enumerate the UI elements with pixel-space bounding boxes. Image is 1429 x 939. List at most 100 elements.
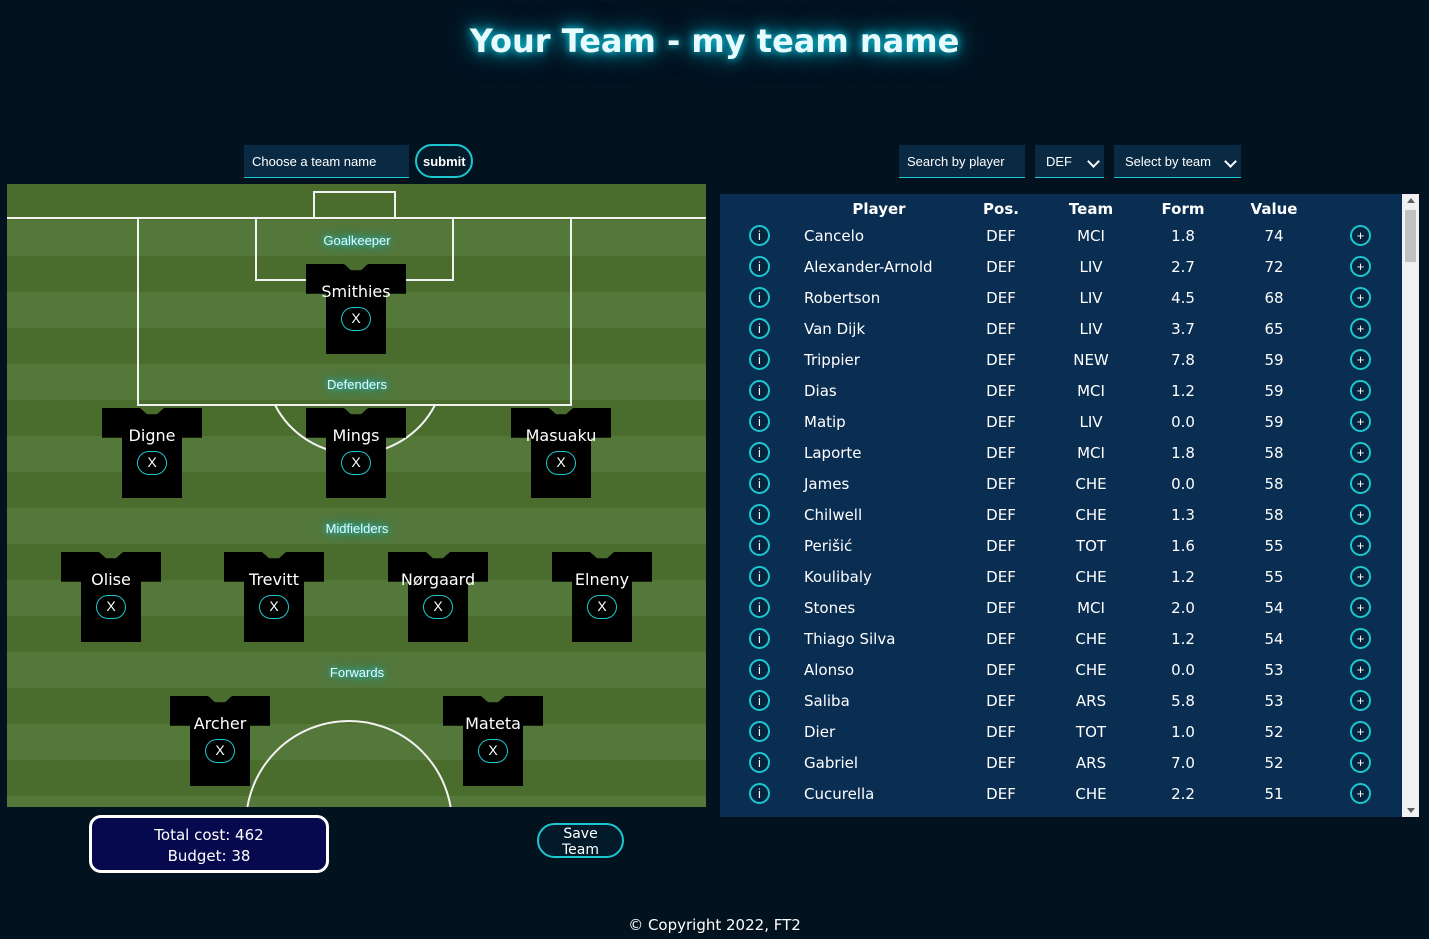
cell-form: 2.7: [1171, 258, 1195, 276]
add-player-icon[interactable]: +: [1350, 690, 1371, 711]
add-player-icon[interactable]: +: [1350, 535, 1371, 556]
add-player-icon[interactable]: +: [1350, 628, 1371, 649]
info-icon[interactable]: i: [749, 411, 770, 432]
add-player-icon[interactable]: +: [1350, 504, 1371, 525]
add-player-icon[interactable]: +: [1350, 659, 1371, 680]
cell-team: LIV: [1079, 320, 1103, 338]
info-icon[interactable]: i: [749, 628, 770, 649]
cell-position: DEF: [986, 475, 1016, 493]
table-row: i Van Dijk DEF LIV 3.7 65 +: [720, 318, 1402, 349]
section-label-defenders: Defenders: [327, 377, 387, 392]
add-player-icon[interactable]: +: [1350, 752, 1371, 773]
add-player-icon[interactable]: +: [1350, 566, 1371, 587]
info-icon[interactable]: i: [749, 349, 770, 370]
add-player-icon[interactable]: +: [1350, 256, 1371, 277]
table-scrollbar[interactable]: [1402, 194, 1419, 817]
remove-player-button[interactable]: X: [587, 595, 617, 619]
cell-form: 0.0: [1171, 413, 1195, 431]
info-icon[interactable]: i: [749, 504, 770, 525]
info-icon[interactable]: i: [749, 256, 770, 277]
chevron-down-icon: [1087, 155, 1100, 168]
info-icon[interactable]: i: [749, 287, 770, 308]
info-icon[interactable]: i: [749, 318, 770, 339]
info-icon[interactable]: i: [749, 535, 770, 556]
remove-player-button[interactable]: X: [341, 451, 371, 475]
add-player-icon[interactable]: +: [1350, 411, 1371, 432]
add-player-icon[interactable]: +: [1350, 318, 1371, 339]
add-player-icon[interactable]: +: [1350, 721, 1371, 742]
add-player-icon[interactable]: +: [1350, 349, 1371, 370]
scroll-up-arrow-icon[interactable]: [1407, 198, 1415, 203]
cell-value: 54: [1264, 599, 1284, 617]
cell-form: 1.8: [1171, 227, 1195, 245]
cell-team: MCI: [1077, 382, 1105, 400]
remove-player-button[interactable]: X: [341, 307, 371, 331]
cell-value: 55: [1264, 568, 1284, 586]
info-icon[interactable]: i: [749, 721, 770, 742]
cell-value: 68: [1264, 289, 1284, 307]
cell-form: 1.3: [1171, 506, 1195, 524]
submit-button[interactable]: submit: [415, 144, 473, 178]
table-row: i Dier DEF TOT 1.0 52 +: [720, 721, 1402, 752]
cell-team: NEW: [1073, 351, 1109, 369]
cell-player: Saliba: [804, 692, 850, 710]
table-row: i Trippier DEF NEW 7.8 59 +: [720, 349, 1402, 380]
team-select[interactable]: Select by team: [1114, 145, 1241, 178]
add-player-icon[interactable]: +: [1350, 225, 1371, 246]
section-label-forwards: Forwards: [329, 665, 385, 680]
info-icon[interactable]: i: [749, 783, 770, 804]
remove-player-button[interactable]: X: [478, 739, 508, 763]
info-icon[interactable]: i: [749, 566, 770, 587]
info-icon[interactable]: i: [749, 442, 770, 463]
add-player-icon[interactable]: +: [1350, 473, 1371, 494]
player-shirt: Nørgaard X: [388, 552, 488, 642]
save-team-button[interactable]: Save Team: [537, 823, 624, 858]
cell-form: 1.8: [1171, 444, 1195, 462]
info-icon[interactable]: i: [749, 225, 770, 246]
cell-form: 7.0: [1171, 754, 1195, 772]
cell-position: DEF: [986, 258, 1016, 276]
team-name-input[interactable]: [244, 145, 409, 178]
cell-team: CHE: [1075, 661, 1107, 679]
info-icon[interactable]: i: [749, 690, 770, 711]
column-header-position: Pos.: [983, 200, 1019, 218]
cell-team: CHE: [1075, 785, 1107, 803]
cell-position: DEF: [986, 351, 1016, 369]
budget-summary: Total cost: 462 Budget: 38: [89, 815, 329, 873]
cell-player: Robertson: [804, 289, 881, 307]
remove-player-button[interactable]: X: [546, 451, 576, 475]
info-icon[interactable]: i: [749, 380, 770, 401]
remove-player-button[interactable]: X: [137, 451, 167, 475]
cell-value: 55: [1264, 537, 1284, 555]
player-name: Elneny: [574, 570, 630, 589]
search-by-player-input[interactable]: Search by player: [899, 145, 1025, 178]
info-icon[interactable]: i: [749, 597, 770, 618]
player-shirt: Smithies X: [306, 264, 406, 354]
scrollbar-thumb[interactable]: [1405, 210, 1416, 262]
info-icon[interactable]: i: [749, 659, 770, 680]
cell-value: 53: [1264, 661, 1284, 679]
add-player-icon[interactable]: +: [1350, 783, 1371, 804]
position-select[interactable]: DEF: [1035, 145, 1104, 178]
player-name: Olise: [91, 570, 131, 589]
section-label-midfielders: Midfielders: [325, 521, 389, 536]
remove-player-button[interactable]: X: [423, 595, 453, 619]
table-row: i Saliba DEF ARS 5.8 53 +: [720, 690, 1402, 721]
cell-position: DEF: [986, 382, 1016, 400]
remove-player-button[interactable]: X: [205, 739, 235, 763]
info-icon[interactable]: i: [749, 473, 770, 494]
remove-player-button[interactable]: X: [96, 595, 126, 619]
add-player-icon[interactable]: +: [1350, 287, 1371, 308]
add-player-icon[interactable]: +: [1350, 380, 1371, 401]
scroll-down-arrow-icon[interactable]: [1407, 808, 1415, 813]
table-row: i Stones DEF MCI 2.0 54 +: [720, 597, 1402, 628]
table-row: i James DEF CHE 0.0 58 +: [720, 473, 1402, 504]
add-player-icon[interactable]: +: [1350, 597, 1371, 618]
remove-player-button[interactable]: X: [259, 595, 289, 619]
table-row: i Chilwell DEF CHE 1.3 58 +: [720, 504, 1402, 535]
info-icon[interactable]: i: [749, 752, 770, 773]
player-shirt: Digne X: [102, 408, 202, 498]
player-shirt: Trevitt X: [224, 552, 324, 642]
player-shirt: Olise X: [61, 552, 161, 642]
add-player-icon[interactable]: +: [1350, 442, 1371, 463]
